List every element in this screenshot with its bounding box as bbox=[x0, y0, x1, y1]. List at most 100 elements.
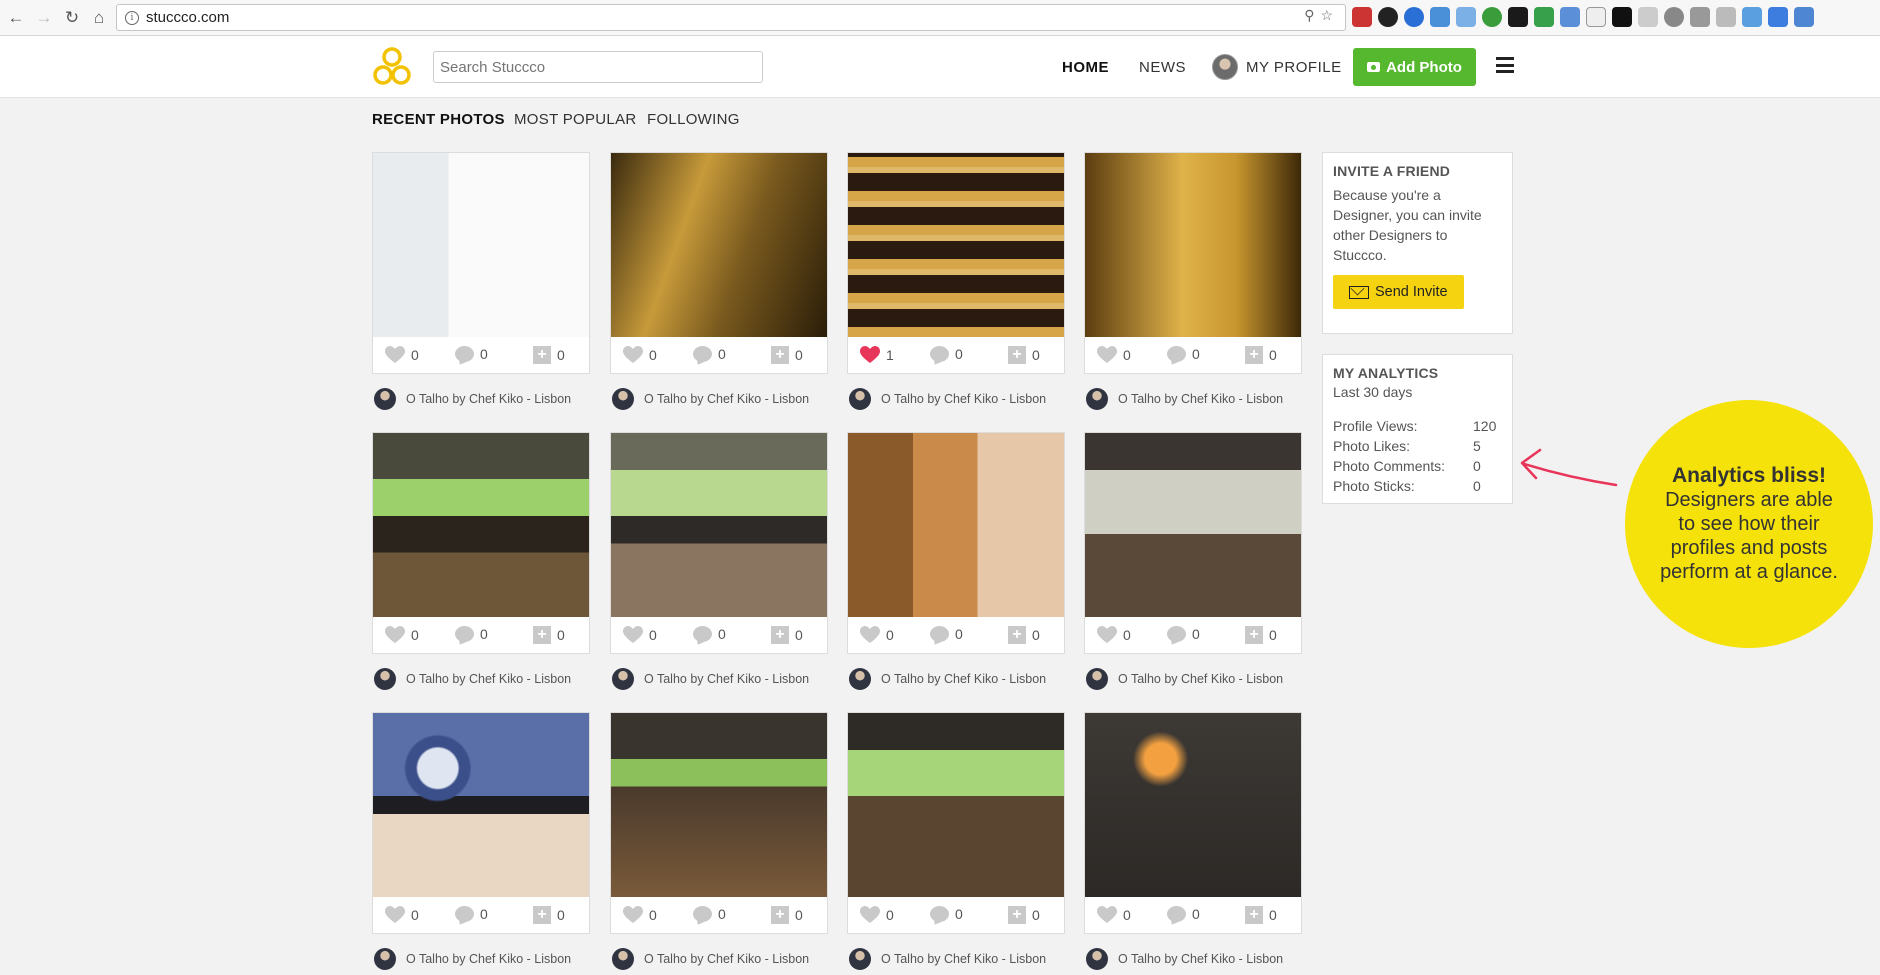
photo-author[interactable]: O Talho by Chef Kiko - Lisbon bbox=[374, 388, 571, 410]
extension-icon[interactable] bbox=[1716, 7, 1736, 27]
add-photo-button[interactable]: Add Photo bbox=[1353, 48, 1476, 86]
search-input[interactable] bbox=[433, 51, 763, 83]
forward-arrow-icon[interactable]: → bbox=[32, 0, 56, 36]
extension-icon[interactable] bbox=[1586, 7, 1606, 27]
like-button[interactable]: 0 bbox=[1097, 346, 1131, 364]
photo-author[interactable]: O Talho by Chef Kiko - Lisbon bbox=[612, 668, 809, 690]
photo-thumbnail[interactable] bbox=[611, 153, 827, 337]
comment-button[interactable]: 0 bbox=[455, 346, 488, 362]
like-button[interactable]: 1 bbox=[860, 346, 894, 364]
comment-button[interactable]: 0 bbox=[930, 346, 963, 362]
like-button[interactable]: 0 bbox=[385, 626, 419, 644]
comment-button[interactable]: 0 bbox=[1167, 346, 1200, 362]
comment-button[interactable]: 0 bbox=[693, 626, 726, 642]
like-button[interactable]: 0 bbox=[623, 346, 657, 364]
like-button[interactable]: 0 bbox=[860, 906, 894, 924]
comment-button[interactable]: 0 bbox=[930, 626, 963, 642]
extension-icon[interactable] bbox=[1378, 7, 1398, 27]
tab-following[interactable]: FOLLOWING bbox=[647, 111, 740, 128]
photo-author[interactable]: O Talho by Chef Kiko - Lisbon bbox=[1086, 668, 1283, 690]
like-button[interactable]: 0 bbox=[385, 346, 419, 364]
bookmark-star-icon[interactable]: ⚲☆ bbox=[1304, 7, 1339, 24]
stick-button[interactable]: +0 bbox=[1008, 346, 1040, 364]
photo-author[interactable]: O Talho by Chef Kiko - Lisbon bbox=[1086, 948, 1283, 970]
nav-home[interactable]: HOME bbox=[1062, 36, 1109, 98]
extension-icon[interactable] bbox=[1508, 7, 1528, 27]
photo-thumbnail[interactable] bbox=[373, 713, 589, 897]
stick-count: 0 bbox=[1032, 627, 1040, 643]
photo-thumbnail[interactable] bbox=[1085, 713, 1301, 897]
photo-author[interactable]: O Talho by Chef Kiko - Lisbon bbox=[1086, 388, 1283, 410]
photo-author[interactable]: O Talho by Chef Kiko - Lisbon bbox=[374, 668, 571, 690]
like-button[interactable]: 0 bbox=[1097, 906, 1131, 924]
like-count: 0 bbox=[1123, 347, 1131, 363]
like-button[interactable]: 0 bbox=[623, 906, 657, 924]
extension-icon[interactable] bbox=[1534, 7, 1554, 27]
stick-button[interactable]: +0 bbox=[1245, 626, 1277, 644]
comment-button[interactable]: 0 bbox=[693, 346, 726, 362]
stuccco-logo-icon[interactable] bbox=[370, 45, 414, 89]
photo-thumbnail[interactable] bbox=[848, 153, 1064, 337]
extension-icon[interactable] bbox=[1612, 7, 1632, 27]
heart-icon bbox=[1097, 346, 1117, 363]
photo-author[interactable]: O Talho by Chef Kiko - Lisbon bbox=[374, 948, 571, 970]
photo-author[interactable]: O Talho by Chef Kiko - Lisbon bbox=[612, 948, 809, 970]
extension-icon[interactable] bbox=[1664, 7, 1684, 27]
comment-button[interactable]: 0 bbox=[1167, 626, 1200, 642]
tab-most-popular[interactable]: MOST POPULAR bbox=[514, 111, 637, 128]
extension-icon[interactable] bbox=[1430, 7, 1450, 27]
like-button[interactable]: 0 bbox=[860, 626, 894, 644]
photo-author[interactable]: O Talho by Chef Kiko - Lisbon bbox=[849, 948, 1046, 970]
photo-author[interactable]: O Talho by Chef Kiko - Lisbon bbox=[612, 388, 809, 410]
stick-button[interactable]: +0 bbox=[1245, 906, 1277, 924]
photo-thumbnail[interactable] bbox=[1085, 433, 1301, 617]
photo-thumbnail[interactable] bbox=[373, 433, 589, 617]
photo-thumbnail[interactable] bbox=[1085, 153, 1301, 337]
site-info-icon[interactable]: i bbox=[125, 10, 139, 25]
comment-button[interactable]: 0 bbox=[455, 906, 488, 922]
stick-button[interactable]: +0 bbox=[533, 626, 565, 644]
extension-icon[interactable] bbox=[1742, 7, 1762, 27]
like-button[interactable]: 0 bbox=[385, 906, 419, 924]
comment-button[interactable]: 0 bbox=[693, 906, 726, 922]
stick-button[interactable]: +0 bbox=[1008, 906, 1040, 924]
photo-thumbnail[interactable] bbox=[373, 153, 589, 337]
address-bar[interactable]: i stuccco.com ⚲☆ bbox=[116, 4, 1346, 31]
photo-thumbnail[interactable] bbox=[611, 433, 827, 617]
home-icon[interactable]: ⌂ bbox=[87, 0, 111, 36]
photo-thumbnail[interactable] bbox=[611, 713, 827, 897]
extension-icon[interactable] bbox=[1768, 7, 1788, 27]
extension-icon[interactable] bbox=[1690, 7, 1710, 27]
photo-thumbnail[interactable] bbox=[848, 713, 1064, 897]
like-button[interactable]: 0 bbox=[1097, 626, 1131, 644]
stick-button[interactable]: +0 bbox=[1245, 346, 1277, 364]
nav-news[interactable]: NEWS bbox=[1139, 36, 1186, 98]
extension-icon[interactable] bbox=[1560, 7, 1580, 27]
extension-icon[interactable] bbox=[1352, 7, 1372, 27]
like-button[interactable]: 0 bbox=[623, 626, 657, 644]
extension-icon[interactable] bbox=[1638, 7, 1658, 27]
hamburger-menu-icon[interactable] bbox=[1496, 57, 1514, 73]
comment-button[interactable]: 0 bbox=[1167, 906, 1200, 922]
photo-author[interactable]: O Talho by Chef Kiko - Lisbon bbox=[849, 668, 1046, 690]
reload-icon[interactable]: ↻ bbox=[60, 0, 84, 36]
photo-thumbnail[interactable] bbox=[848, 433, 1064, 617]
extension-icon[interactable] bbox=[1456, 7, 1476, 27]
comment-bubble-icon bbox=[455, 626, 474, 642]
stick-button[interactable]: +0 bbox=[1008, 626, 1040, 644]
back-arrow-icon[interactable]: ← bbox=[4, 0, 28, 36]
stick-button[interactable]: +0 bbox=[771, 626, 803, 644]
extension-icon[interactable] bbox=[1482, 7, 1502, 27]
stick-button[interactable]: +0 bbox=[533, 346, 565, 364]
extension-icon[interactable] bbox=[1404, 7, 1424, 27]
comment-button[interactable]: 0 bbox=[455, 626, 488, 642]
stick-button[interactable]: +0 bbox=[771, 346, 803, 364]
nav-my-profile[interactable]: MY PROFILE bbox=[1212, 36, 1342, 98]
stick-button[interactable]: +0 bbox=[533, 906, 565, 924]
extension-icon[interactable] bbox=[1794, 7, 1814, 27]
tab-recent-photos[interactable]: RECENT PHOTOS bbox=[372, 111, 505, 128]
stick-button[interactable]: +0 bbox=[771, 906, 803, 924]
comment-button[interactable]: 0 bbox=[930, 906, 963, 922]
photo-author[interactable]: O Talho by Chef Kiko - Lisbon bbox=[849, 388, 1046, 410]
send-invite-button[interactable]: Send Invite bbox=[1333, 275, 1464, 309]
